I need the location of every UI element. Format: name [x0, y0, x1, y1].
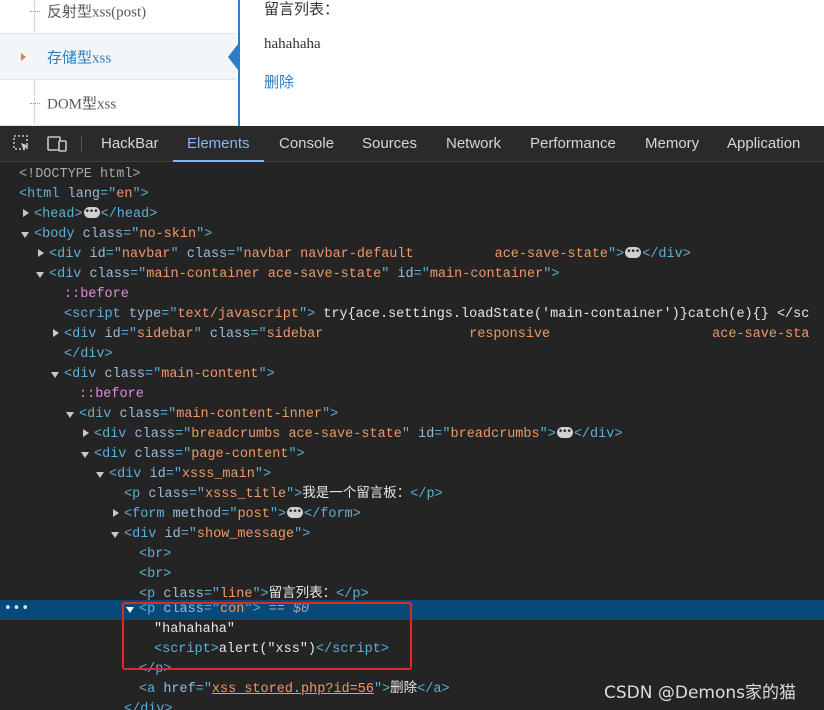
node-text: 我是一个留言板：: [302, 487, 411, 502]
head-node[interactable]: <head></head>: [34, 202, 157, 225]
node-text: 删除: [390, 682, 418, 697]
sidebar-item-stored-xss[interactable]: 存储型xss: [0, 34, 238, 80]
inspect-element-icon[interactable]: [12, 134, 32, 154]
before-pseudo-node[interactable]: ::before: [64, 285, 129, 305]
expand-triangle-icon[interactable]: [83, 429, 89, 437]
main-container-node[interactable]: <div class="main-container ace-save-stat…: [49, 265, 559, 285]
show-message-node[interactable]: <div id="show_message">: [124, 525, 310, 545]
form-node[interactable]: <form method="post"></form>: [124, 502, 361, 525]
sidebar-item-reflected-xss-post[interactable]: 反射型xss(post): [0, 0, 236, 34]
body-node[interactable]: <body class="no-skin">: [34, 225, 212, 245]
attr-value: navbar navbar-default ace-save-state: [243, 247, 609, 262]
page-content-node[interactable]: <div class="page-content">: [94, 445, 305, 465]
sidebar-item-dom-xss[interactable]: DOM型xss: [0, 80, 236, 126]
web-page: 反射型xss(post) 存储型xss DOM型xss 留言列表： hahaha…: [0, 0, 824, 126]
attr-value: text/javascript: [177, 307, 299, 322]
attr-value: breadcrumbs: [450, 427, 540, 442]
main-content-inner-node[interactable]: <div class="main-content-inner">: [79, 405, 338, 425]
sidebar: 反射型xss(post) 存储型xss DOM型xss: [0, 0, 240, 126]
expand-triangle-icon[interactable]: [23, 209, 29, 217]
ellipsis-icon[interactable]: [83, 202, 100, 222]
tab-performance[interactable]: Performance: [530, 126, 616, 161]
tab-network[interactable]: Network: [446, 126, 501, 161]
ellipsis-icon[interactable]: [287, 502, 304, 522]
navbar-node[interactable]: <div id="navbar" class="navbar navbar-de…: [49, 242, 691, 265]
delete-anchor-node[interactable]: <a href="xss_stored.php?id=56">删除</a>: [139, 680, 450, 700]
message-list-title: 留言列表：: [264, 2, 340, 18]
tab-memory[interactable]: Memory: [645, 126, 699, 161]
attr-value: xsss_main: [181, 467, 255, 482]
attr-value: no-skin: [139, 227, 197, 242]
tab-application[interactable]: Application: [727, 126, 800, 161]
attr-value: en: [116, 187, 133, 202]
dom-tree: ••• <!DOCTYPE html> <html lang="en"> <he…: [0, 162, 824, 710]
attr-value: xsss_title: [205, 487, 287, 502]
sidebar-item-label: 存储型xss: [47, 50, 112, 66]
message-text: hahahaha: [264, 36, 321, 52]
script-text: try{ace.settings.loadState('main-contain…: [315, 307, 810, 322]
tab-hackbar[interactable]: HackBar: [101, 126, 159, 161]
sidebar-item-label: DOM型xss: [47, 96, 117, 112]
xsss-title-node[interactable]: <p class="xsss_title">我是一个留言板：</p>: [124, 485, 443, 505]
tree-dash: [30, 10, 40, 12]
attr-value: main-content-inner: [176, 407, 323, 422]
attr-value: navbar: [121, 247, 171, 262]
tree-dash: [30, 102, 40, 104]
tab-elements[interactable]: Elements: [173, 126, 263, 162]
active-pointer-icon: [228, 43, 238, 70]
more-options-icon[interactable]: •••: [4, 600, 30, 620]
tab-sources[interactable]: Sources: [362, 126, 417, 161]
xsss-main-node[interactable]: <div id="xsss_main">: [109, 465, 271, 485]
delete-link[interactable]: 删除: [264, 71, 294, 92]
collapse-triangle-icon[interactable]: [66, 412, 74, 418]
collapse-triangle-icon[interactable]: [51, 372, 59, 378]
expand-triangle-icon[interactable]: [38, 249, 44, 257]
closing-div-node[interactable]: </div>: [124, 700, 173, 710]
device-toggle-icon[interactable]: [46, 134, 68, 154]
ellipsis-icon[interactable]: [556, 422, 573, 442]
script-node[interactable]: <script type="text/javascript"> try{ace.…: [64, 305, 809, 325]
br-node[interactable]: <br>: [139, 565, 171, 585]
tab-console[interactable]: Console: [279, 126, 334, 161]
attr-value: main-container: [429, 267, 544, 282]
href-link[interactable]: xss_stored.php?id=56: [212, 682, 374, 697]
doctype-node[interactable]: <!DOCTYPE html>: [19, 165, 141, 185]
collapse-triangle-icon[interactable]: [81, 452, 89, 458]
closing-div-node[interactable]: </div>: [64, 345, 113, 365]
attr-value: main-container ace-save-state: [146, 267, 382, 282]
attr-value: page-content: [191, 447, 289, 462]
annotation-highlight-box: [122, 602, 412, 670]
br-node[interactable]: <br>: [139, 545, 171, 565]
attr-value: show_message: [196, 527, 295, 542]
devtools-panel: HackBar Elements Console Sources Network…: [0, 126, 824, 710]
collapse-triangle-icon[interactable]: [111, 532, 119, 538]
expand-triangle-icon[interactable]: [113, 509, 119, 517]
caret-right-icon: [21, 52, 26, 61]
devtools-toolbar: HackBar Elements Console Sources Network…: [0, 126, 824, 162]
breadcrumbs-node[interactable]: <div class="breadcrumbs ace-save-state" …: [94, 422, 622, 445]
main-content-node[interactable]: <div class="main-content">: [64, 365, 275, 385]
attr-value: breadcrumbs ace-save-state: [191, 427, 402, 442]
collapse-triangle-icon[interactable]: [36, 272, 44, 278]
collapse-triangle-icon[interactable]: [21, 232, 29, 238]
attr-value: sidebar: [136, 327, 194, 342]
attr-value: post: [237, 507, 270, 522]
attr-value: main-content: [161, 367, 259, 382]
expand-triangle-icon[interactable]: [53, 329, 59, 337]
ellipsis-icon[interactable]: [625, 242, 642, 262]
sidebar-item-label: 反射型xss(post): [47, 4, 147, 20]
collapse-triangle-icon[interactable]: [96, 472, 104, 478]
before-pseudo-node[interactable]: ::before: [79, 385, 144, 405]
watermark: CSDN @Demons家的猫: [604, 683, 797, 703]
sidebar-node[interactable]: <div id="sidebar" class="sidebar respons…: [64, 325, 809, 345]
toolbar-separator: [81, 135, 82, 153]
attr-value: sidebar responsive ace-save-sta: [266, 327, 810, 342]
